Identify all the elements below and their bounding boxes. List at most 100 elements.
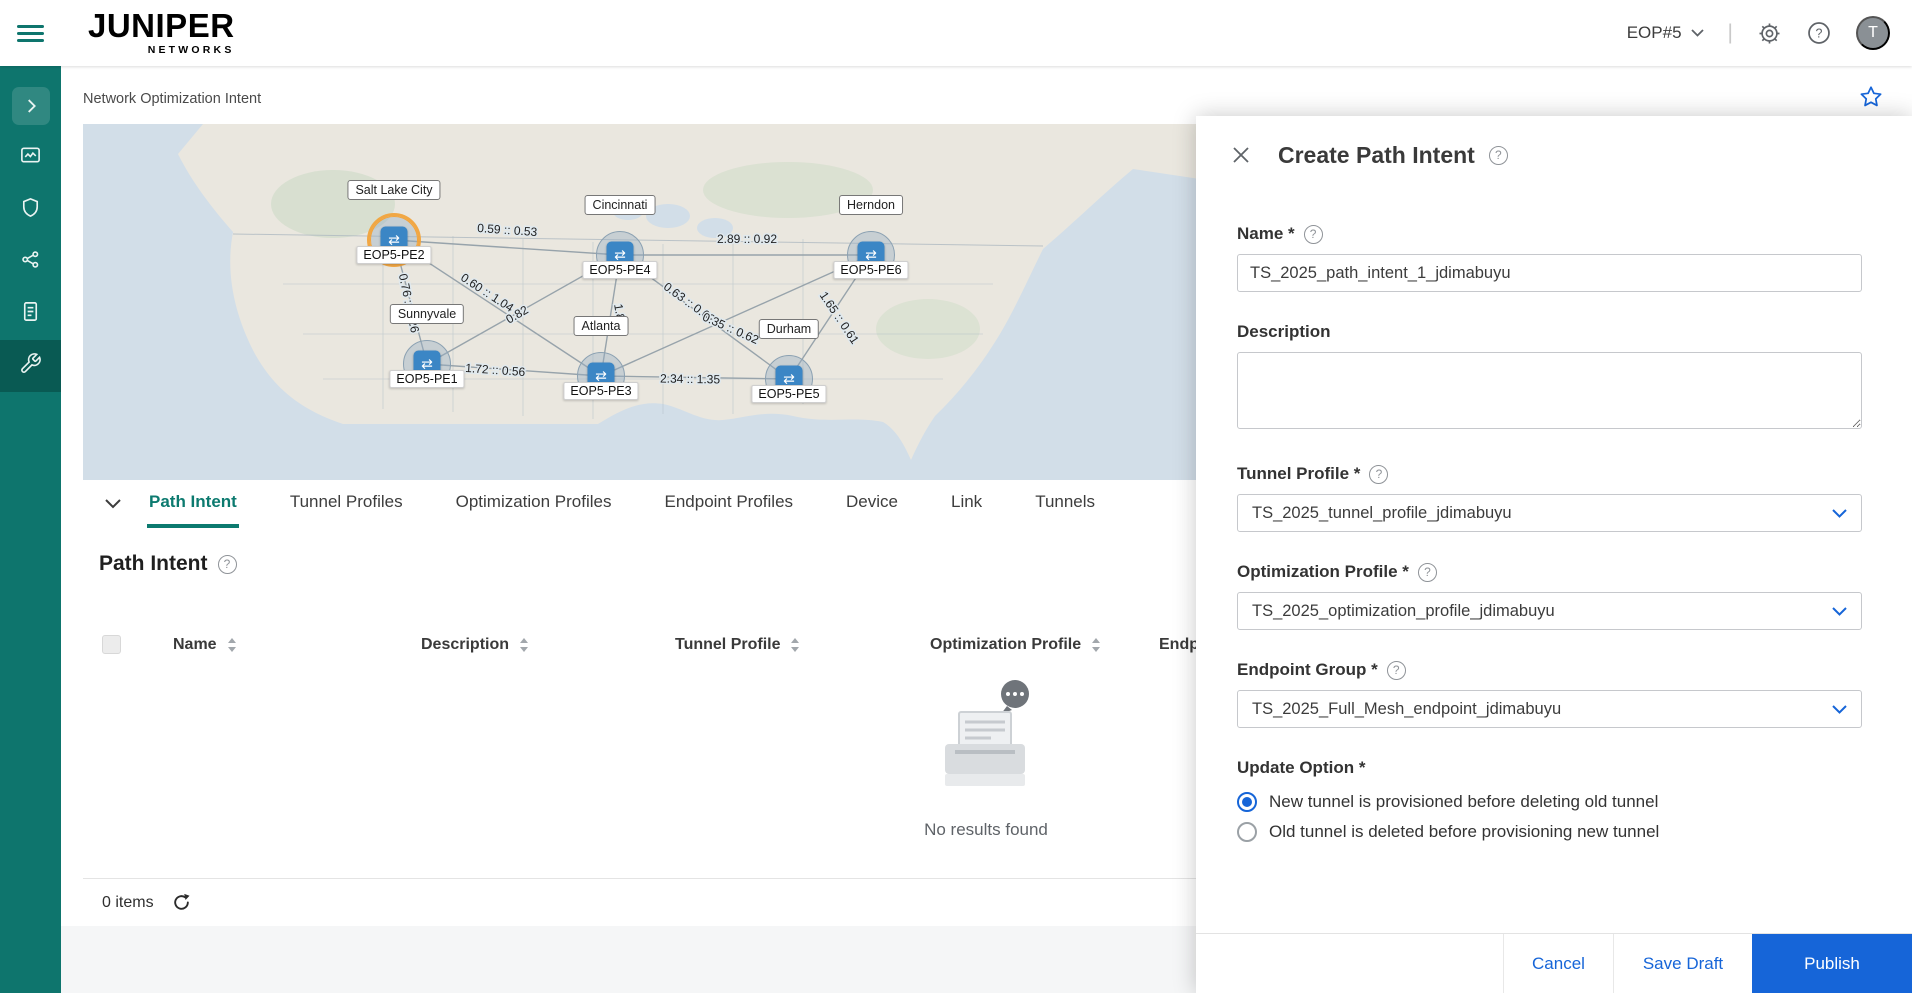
- publish-button[interactable]: Publish: [1752, 934, 1912, 993]
- tab-path-intent[interactable]: Path Intent: [147, 480, 239, 528]
- tab-device[interactable]: Device: [844, 480, 900, 528]
- sidebar-item-monitoring[interactable]: [0, 132, 61, 184]
- topbar-divider: |: [1728, 21, 1733, 45]
- radio-unselected-icon[interactable]: [1237, 822, 1257, 842]
- optimization-profile-field: Optimization Profile * ? TS_2025_optimiz…: [1237, 562, 1862, 630]
- map-city-label: Herndon: [839, 195, 903, 215]
- optimization-profile-label: Optimization Profile *: [1237, 562, 1409, 582]
- sidebar-expand-button[interactable]: [0, 80, 61, 132]
- description-input[interactable]: [1237, 352, 1862, 429]
- update-option-delete-before-new[interactable]: Old tunnel is deleted before provisionin…: [1237, 822, 1862, 842]
- name-input[interactable]: [1237, 254, 1862, 292]
- page-title: Path Intent: [99, 552, 208, 576]
- update-option-label: Update Option *: [1237, 758, 1365, 778]
- tunnel-profile-label: Tunnel Profile *: [1237, 464, 1360, 484]
- name-field: Name * ?: [1237, 224, 1862, 292]
- map-city-label: Salt Lake City: [347, 180, 440, 200]
- help-icon[interactable]: ?: [218, 555, 237, 574]
- section-title-row: Path Intent ?: [99, 552, 237, 576]
- map-city-label: Sunnyvale: [390, 304, 464, 324]
- items-count: 0 items: [102, 894, 154, 912]
- sidebar-item-topology[interactable]: [0, 236, 61, 288]
- map-node-label: EOP5-PE4: [582, 261, 657, 279]
- help-icon[interactable]: ?: [1489, 146, 1508, 165]
- logo-primary-text: JUNIPER: [88, 7, 235, 44]
- tunnel-profile-field: Tunnel Profile * ? TS_2025_tunnel_profil…: [1237, 464, 1862, 532]
- tools-wrench-icon: [19, 352, 42, 380]
- org-selector[interactable]: EOP#5: [1627, 23, 1704, 43]
- map-node-label: EOP5-PE1: [389, 370, 464, 388]
- select-all-checkbox[interactable]: [102, 635, 121, 654]
- document-icon: [19, 300, 42, 328]
- help-icon[interactable]: ?: [1387, 661, 1406, 680]
- topology-share-icon: [19, 248, 42, 276]
- sort-icon[interactable]: [1091, 638, 1101, 652]
- column-label: Description: [421, 636, 509, 654]
- drawer-footer: Cancel Save Draft Publish: [1196, 933, 1912, 993]
- logo-secondary-text: NETWORKS: [88, 45, 235, 56]
- name-label: Name *: [1237, 224, 1295, 244]
- help-icon[interactable]: ?: [1304, 225, 1323, 244]
- sidebar-item-security[interactable]: [0, 184, 61, 236]
- close-icon[interactable]: [1226, 140, 1256, 170]
- sidebar-item-inventory[interactable]: [0, 288, 61, 340]
- collapse-map-chevron-icon[interactable]: [93, 480, 133, 528]
- chevron-down-icon: [1832, 705, 1847, 714]
- help-icon[interactable]: ?: [1806, 20, 1832, 46]
- column-header-optimization-profile[interactable]: Optimization Profile: [930, 622, 1101, 668]
- tab-optimization-profiles[interactable]: Optimization Profiles: [454, 480, 614, 528]
- create-path-intent-drawer: Create Path Intent ? Name * ? Descriptio…: [1196, 116, 1912, 993]
- app-root: JUNIPER NETWORKS EOP#5 | ? T: [0, 0, 1912, 993]
- endpoint-group-select[interactable]: TS_2025_Full_Mesh_endpoint_jdimabuyu: [1237, 690, 1862, 728]
- favorite-star-icon[interactable]: [1858, 84, 1884, 113]
- sort-icon[interactable]: [227, 638, 237, 652]
- tab-endpoint-profiles[interactable]: Endpoint Profiles: [663, 480, 796, 528]
- endpoint-group-field: Endpoint Group * ? TS_2025_Full_Mesh_end…: [1237, 660, 1862, 728]
- optimization-profile-select[interactable]: TS_2025_optimization_profile_jdimabuyu: [1237, 592, 1862, 630]
- drawer-header: Create Path Intent ?: [1226, 140, 1872, 170]
- svg-text:?: ?: [1816, 26, 1823, 40]
- sort-icon[interactable]: [790, 638, 800, 652]
- update-option-new-before-delete[interactable]: New tunnel is provisioned before deletin…: [1237, 792, 1862, 812]
- radio-label: Old tunnel is deleted before provisionin…: [1269, 822, 1659, 842]
- tab-link[interactable]: Link: [949, 480, 984, 528]
- drawer-title: Create Path Intent: [1278, 142, 1475, 169]
- chevron-down-icon: [1832, 509, 1847, 518]
- help-icon[interactable]: ?: [1369, 465, 1388, 484]
- tab-tunnels[interactable]: Tunnels: [1033, 480, 1097, 528]
- user-avatar[interactable]: T: [1856, 16, 1890, 50]
- map-node-label: EOP5-PE5: [751, 385, 826, 403]
- breadcrumb: Network Optimization Intent: [83, 91, 261, 107]
- cancel-button[interactable]: Cancel: [1503, 934, 1613, 993]
- column-header-name[interactable]: Name: [173, 622, 237, 668]
- column-header-tunnel-profile[interactable]: Tunnel Profile: [675, 622, 800, 668]
- radio-selected-icon[interactable]: [1237, 792, 1257, 812]
- map-city-label: Durham: [759, 319, 819, 339]
- chevron-right-icon: [12, 87, 50, 125]
- refresh-icon[interactable]: [172, 893, 191, 912]
- help-icon[interactable]: ?: [1418, 563, 1437, 582]
- top-bar: JUNIPER NETWORKS EOP#5 | ? T: [0, 0, 1912, 66]
- column-label: Tunnel Profile: [675, 636, 780, 654]
- chevron-down-icon: [1691, 29, 1704, 37]
- map-node-label: EOP5-PE2: [356, 246, 431, 264]
- settings-gear-icon[interactable]: [1757, 21, 1782, 46]
- endpoint-group-label: Endpoint Group *: [1237, 660, 1378, 680]
- tunnel-profile-select[interactable]: TS_2025_tunnel_profile_jdimabuyu: [1237, 494, 1862, 532]
- topbar-actions: EOP#5 | ? T: [1627, 0, 1890, 66]
- juniper-logo: JUNIPER NETWORKS: [88, 9, 235, 56]
- avatar-initial: T: [1868, 24, 1878, 42]
- column-header-description[interactable]: Description: [421, 622, 529, 668]
- shield-icon: [19, 196, 42, 224]
- sidebar-item-tools[interactable]: [0, 340, 61, 392]
- tab-tunnel-profiles[interactable]: Tunnel Profiles: [288, 480, 405, 528]
- left-nav-sidebar: [0, 66, 61, 993]
- monitoring-icon: [19, 144, 42, 172]
- org-selector-label: EOP#5: [1627, 23, 1682, 43]
- map-city-label: Cincinnati: [585, 195, 656, 215]
- save-draft-button[interactable]: Save Draft: [1613, 934, 1752, 993]
- sort-icon[interactable]: [519, 638, 529, 652]
- map-node-label: EOP5-PE3: [563, 382, 638, 400]
- no-results-illustration: [911, 678, 1061, 802]
- hamburger-menu-icon[interactable]: [17, 21, 44, 44]
